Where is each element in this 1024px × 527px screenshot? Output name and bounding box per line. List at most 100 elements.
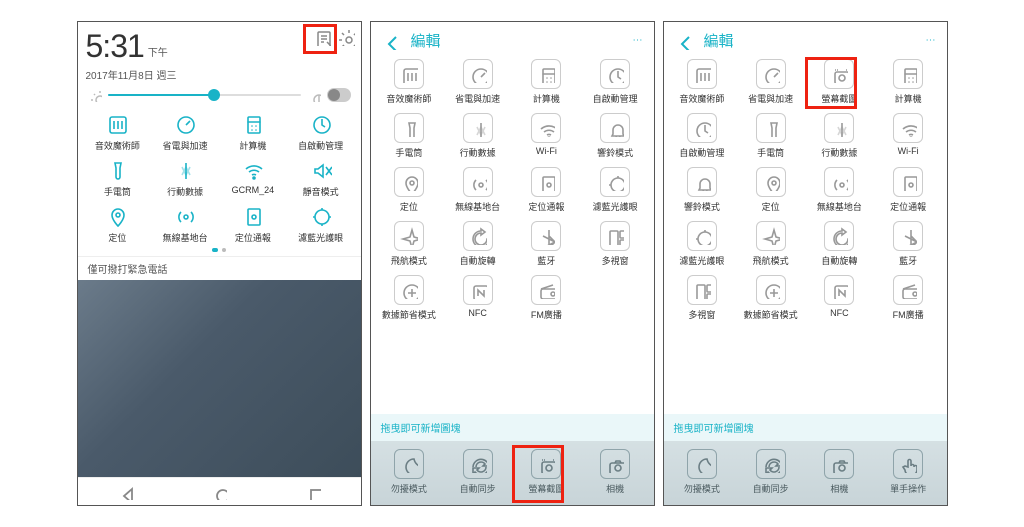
nav-bar — [78, 477, 361, 505]
tile-label: 響鈴模式 — [597, 146, 633, 159]
back-icon[interactable] — [381, 32, 399, 50]
tile-locreport[interactable]: 定位通報 — [874, 167, 943, 213]
edit-tiles-icon[interactable] — [313, 28, 331, 46]
nav-recent-icon[interactable] — [305, 484, 321, 500]
tile-multiwindow[interactable]: 多視窗 — [668, 275, 737, 321]
brightness-low-icon — [88, 88, 102, 102]
tile-multiwindow[interactable]: 多視窗 — [581, 221, 650, 267]
emergency-call-text[interactable]: 僅可撥打緊急電話 — [78, 256, 361, 280]
tile-flashlight[interactable]: 手電筒 — [375, 113, 444, 159]
nfc-icon — [824, 275, 854, 305]
radio-icon — [531, 275, 561, 305]
tile-location[interactable]: 定位 — [84, 204, 152, 244]
tile-label: 定位 — [400, 200, 418, 213]
calculator-icon — [893, 59, 923, 89]
tile-autostart[interactable]: 自啟動管理 — [287, 112, 355, 152]
brightness-slider[interactable] — [108, 94, 301, 96]
tile-bluetooth[interactable]: 藍牙 — [512, 221, 581, 267]
tile-location[interactable]: 定位 — [736, 167, 805, 213]
tile-dnd[interactable]: 勿擾模式 — [375, 449, 444, 495]
tile-locreport[interactable]: 定位通報 — [219, 204, 287, 244]
tile-screenshot[interactable]: 螢幕截圖 — [805, 59, 874, 105]
back-icon[interactable] — [674, 32, 692, 50]
tile-screenshot[interactable]: 螢幕截圖 — [512, 449, 581, 495]
tile-equalizer[interactable]: 音效魔術師 — [375, 59, 444, 105]
nav-home-icon[interactable] — [211, 484, 227, 500]
tile-datasaver[interactable]: 數據節省模式 — [736, 275, 805, 321]
tile-autostart[interactable]: 自啟動管理 — [668, 113, 737, 159]
tile-gauge[interactable]: 省電與加速 — [736, 59, 805, 105]
location-icon — [394, 167, 424, 197]
bell-icon — [687, 167, 717, 197]
tile-bluetooth[interactable]: 藍牙 — [874, 221, 943, 267]
tile-camera[interactable]: 相機 — [805, 449, 874, 495]
tile-calculator[interactable]: 計算機 — [219, 112, 287, 152]
tile-flashlight[interactable]: 手電筒 — [84, 158, 152, 198]
tile-mobiledata[interactable]: 行動數據 — [805, 113, 874, 159]
multiwindow-icon — [600, 221, 630, 251]
tile-wifi[interactable]: Wi-Fi — [512, 113, 581, 159]
tile-label: FM廣播 — [531, 308, 562, 321]
tile-autostart[interactable]: 自啟動管理 — [581, 59, 650, 105]
tile-gauge[interactable]: 省電與加速 — [443, 59, 512, 105]
tile-equalizer[interactable]: 音效魔術師 — [84, 112, 152, 152]
panel-quick-settings: 5:31 下午 2017年11月8日 週三 音效魔術師省電與加速計算機自啟動管理… — [77, 21, 362, 506]
hotspot-icon — [173, 204, 197, 228]
nav-back-icon[interactable] — [117, 484, 133, 500]
tile-sync[interactable]: 自動同步 — [443, 449, 512, 495]
tile-hotspot[interactable]: 無線基地台 — [443, 167, 512, 213]
tile-locreport[interactable]: 定位通報 — [512, 167, 581, 213]
tile-radio[interactable]: FM廣播 — [874, 275, 943, 321]
header-menu-icon[interactable]: ⋯ — [926, 35, 937, 46]
screenshot-icon — [531, 449, 561, 479]
tile-label: 定位通報 — [235, 231, 271, 244]
auto-brightness-icon[interactable] — [307, 88, 321, 102]
tile-nfc[interactable]: NFC — [805, 275, 874, 321]
tile-bluelight[interactable]: 濾藍光護眼 — [287, 204, 355, 244]
tile-radio[interactable]: FM廣播 — [512, 275, 581, 321]
tile-rotate[interactable]: 自動旋轉 — [443, 221, 512, 267]
tile-hotspot[interactable]: 無線基地台 — [805, 167, 874, 213]
tile-bluelight[interactable]: 濾藍光護眼 — [668, 221, 737, 267]
tile-wifi[interactable]: Wi-Fi — [874, 113, 943, 159]
wallpaper — [78, 280, 361, 477]
tile-mute[interactable]: 靜音模式 — [287, 158, 355, 198]
radio-icon — [893, 275, 923, 305]
bluelight-icon — [600, 167, 630, 197]
tile-mobiledata[interactable]: 行動數據 — [443, 113, 512, 159]
tile-flashlight[interactable]: 手電筒 — [736, 113, 805, 159]
tile-bell[interactable]: 響鈴模式 — [668, 167, 737, 213]
tile-label: 自啟動管理 — [298, 139, 343, 152]
tile-equalizer[interactable]: 音效魔術師 — [668, 59, 737, 105]
tile-calculator[interactable]: 計算機 — [512, 59, 581, 105]
tile-label: 飛航模式 — [391, 254, 427, 267]
locreport-icon — [531, 167, 561, 197]
tile-nfc[interactable]: NFC — [443, 275, 512, 321]
tile-bell[interactable]: 響鈴模式 — [581, 113, 650, 159]
tile-dnd[interactable]: 勿擾模式 — [668, 449, 737, 495]
tile-bluelight[interactable]: 濾藍光護眼 — [581, 167, 650, 213]
location-icon — [105, 204, 129, 228]
tile-label: 多視窗 — [602, 254, 629, 267]
tile-label: 響鈴模式 — [684, 200, 720, 213]
header-title: 編輯 — [411, 30, 441, 51]
tile-hotspot[interactable]: 無線基地台 — [151, 204, 219, 244]
tile-airplane[interactable]: 飛航模式 — [736, 221, 805, 267]
tile-rotate[interactable]: 自動旋轉 — [805, 221, 874, 267]
tile-sync[interactable]: 自動同步 — [736, 449, 805, 495]
tile-datasaver[interactable]: 數據節省模式 — [375, 275, 444, 321]
tile-calculator[interactable]: 計算機 — [874, 59, 943, 105]
tile-label: 音效魔術師 — [679, 92, 724, 105]
settings-gear-icon[interactable] — [337, 28, 355, 46]
tile-airplane[interactable]: 飛航模式 — [375, 221, 444, 267]
auto-brightness-toggle[interactable] — [327, 88, 351, 102]
tile-mobiledata[interactable]: 行動數據 — [151, 158, 219, 198]
tile-wifi[interactable]: GCRM_24 — [219, 158, 287, 198]
tile-camera[interactable]: 相機 — [581, 449, 650, 495]
tile-label: 音效魔術師 — [386, 92, 431, 105]
tile-location[interactable]: 定位 — [375, 167, 444, 213]
tile-gauge[interactable]: 省電與加速 — [151, 112, 219, 152]
tile-label: 自動同步 — [460, 482, 496, 495]
header-menu-icon[interactable]: ⋯ — [633, 35, 644, 46]
tile-onehand[interactable]: 單手操作 — [874, 449, 943, 495]
